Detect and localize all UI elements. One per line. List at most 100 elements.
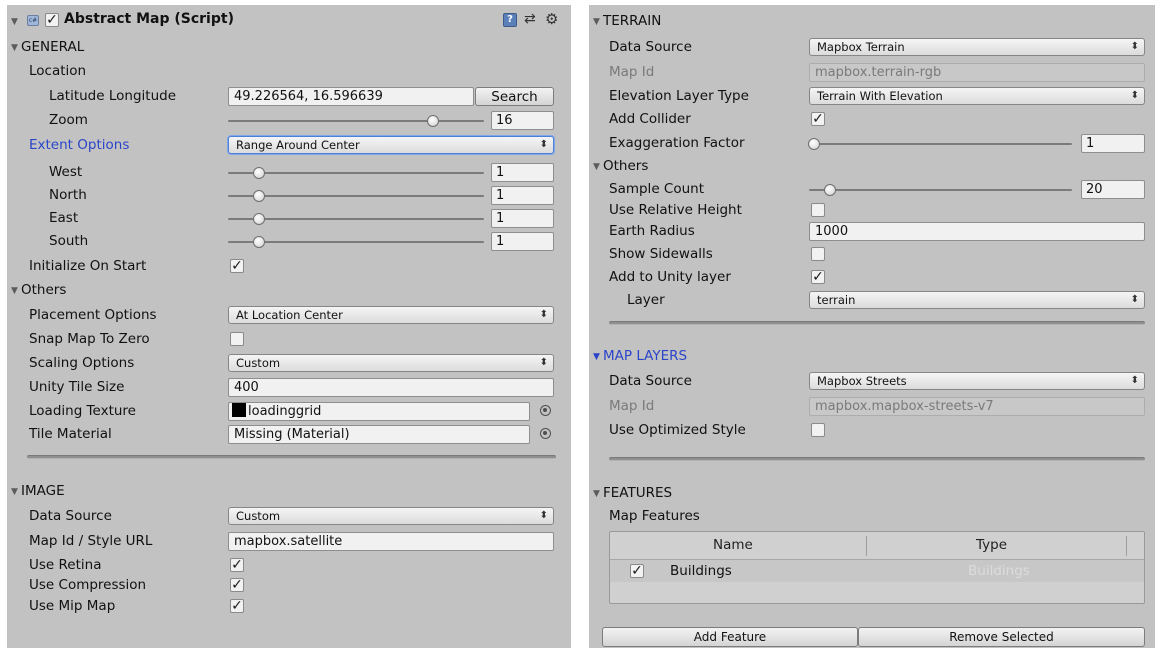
placement-dropdown[interactable]: At Location Center ⬍	[228, 306, 554, 324]
add-collider-checkbox[interactable]: ✓	[811, 112, 825, 126]
elevation-value: Terrain With Elevation	[817, 89, 943, 103]
snap-checkbox[interactable]	[230, 332, 244, 346]
script-icon: c#	[27, 15, 39, 26]
add-feature-button[interactable]: Add Feature	[602, 627, 858, 647]
map-layers-section-header[interactable]: ▼ MAP LAYERS	[589, 345, 1155, 367]
terrain-data-source-dropdown[interactable]: Mapbox Terrain ⬍	[809, 38, 1145, 56]
general-foldout[interactable]: ▼ GENERAL	[11, 38, 84, 57]
features-foldout[interactable]: ▼ FEATURES	[593, 484, 672, 503]
tile-material-field[interactable]: Missing (Material)	[228, 425, 530, 444]
extent-options-dropdown[interactable]: Range Around Center ⬍	[228, 136, 554, 154]
optimized-style-checkbox[interactable]	[811, 423, 825, 437]
latlon-row: Latitude Longitude 49.226564, 16.596639 …	[7, 85, 571, 107]
general-section-header[interactable]: ▼ GENERAL	[7, 36, 571, 58]
use-mipmap-row: Use Mip Map ✓	[7, 595, 571, 617]
south-value-field[interactable]: 1	[491, 232, 554, 251]
unity-layer-checkbox[interactable]: ✓	[811, 270, 825, 284]
loading-texture-field[interactable]: loadinggrid	[228, 402, 530, 421]
latlon-label: Latitude Longitude	[49, 88, 176, 104]
terrain-others-label: Others	[603, 158, 649, 174]
west-value-field[interactable]: 1	[491, 163, 554, 182]
earth-radius-row: Earth Radius 1000	[589, 220, 1155, 242]
section-separator	[27, 455, 556, 459]
init-on-start-checkbox[interactable]: ✓	[230, 259, 244, 273]
init-on-start-label: Initialize On Start	[29, 258, 147, 274]
show-sidewalls-checkbox[interactable]	[811, 247, 825, 261]
use-compression-checkbox[interactable]: ✓	[230, 578, 244, 592]
image-data-source-dropdown[interactable]: Custom ⬍	[228, 507, 554, 525]
foldout-triangle-icon: ▼	[593, 352, 600, 362]
foldout-triangle-icon: ▼	[593, 489, 600, 499]
component-enabled-checkbox[interactable]: ✓	[45, 13, 59, 27]
relative-height-checkbox[interactable]	[811, 203, 825, 217]
south-slider-knob[interactable]	[252, 236, 265, 248]
features-section-header[interactable]: ▼ FEATURES	[589, 482, 1155, 504]
exaggeration-slider-track[interactable]	[809, 143, 1072, 145]
unity-layer-row: Add to Unity layer ✓	[589, 266, 1155, 288]
sample-count-value-field[interactable]: 20	[1081, 180, 1145, 199]
west-slider-track[interactable]	[228, 172, 484, 174]
west-slider-knob[interactable]	[252, 167, 265, 179]
terrain-section-header[interactable]: ▼ TERRAIN	[589, 10, 1155, 32]
help-icon[interactable]: ?	[503, 13, 517, 27]
others-section-header[interactable]: ▼ Others	[7, 279, 571, 301]
dropdown-arrow-icon: ⬍	[1130, 375, 1139, 386]
terrain-others-section-header[interactable]: ▼ Others	[589, 155, 1155, 177]
layers-data-source-dropdown[interactable]: Mapbox Streets ⬍	[809, 372, 1145, 390]
elevation-row: Elevation Layer Type Terrain With Elevat…	[589, 85, 1155, 107]
earth-radius-input[interactable]: 1000	[809, 222, 1145, 241]
north-label: North	[49, 187, 87, 203]
remove-selected-button[interactable]: Remove Selected	[858, 627, 1145, 647]
dropdown-arrow-icon: ⬍	[1130, 294, 1139, 305]
elevation-dropdown[interactable]: Terrain With Elevation ⬍	[809, 87, 1145, 105]
north-value-field[interactable]: 1	[491, 186, 554, 205]
east-value-field[interactable]: 1	[491, 209, 554, 228]
exaggeration-value-field[interactable]: 1	[1081, 134, 1145, 153]
object-picker-icon[interactable]	[540, 405, 551, 416]
search-button[interactable]: Search	[475, 87, 554, 106]
south-label: South	[49, 233, 89, 249]
image-section-header[interactable]: ▼ IMAGE	[7, 480, 571, 502]
terrain-others-foldout[interactable]: ▼ Others	[593, 157, 648, 176]
tile-size-row: Unity Tile Size 400	[7, 376, 571, 398]
use-retina-checkbox[interactable]: ✓	[230, 558, 244, 572]
exaggeration-slider-knob[interactable]	[808, 138, 821, 150]
snap-row: Snap Map To Zero	[7, 328, 571, 350]
component-foldout-icon[interactable]: ▼	[11, 12, 21, 31]
image-foldout[interactable]: ▼ IMAGE	[11, 482, 65, 501]
tile-size-input[interactable]: 400	[228, 378, 554, 397]
foldout-triangle-icon: ▼	[593, 17, 600, 27]
section-separator	[609, 321, 1145, 325]
east-slider-knob[interactable]	[252, 213, 265, 225]
map-layers-foldout[interactable]: ▼ MAP LAYERS	[593, 347, 687, 366]
sample-count-slider-track[interactable]	[809, 189, 1072, 191]
zoom-value-field[interactable]: 16	[491, 111, 554, 130]
layer-label: Layer	[627, 292, 665, 308]
add-collider-row: Add Collider ✓	[589, 108, 1155, 130]
type-column-header[interactable]: Type	[976, 537, 1007, 553]
others-foldout[interactable]: ▼ Others	[11, 281, 66, 300]
scaling-dropdown[interactable]: Custom ⬍	[228, 354, 554, 372]
zoom-slider-knob[interactable]	[426, 115, 439, 127]
feature-enabled-checkbox[interactable]: ✓	[630, 564, 644, 578]
north-slider-knob[interactable]	[252, 190, 265, 202]
north-row: North 1	[7, 184, 571, 206]
preset-icon[interactable]: ⇄	[524, 11, 536, 27]
sample-count-slider-knob[interactable]	[824, 184, 837, 196]
gear-icon[interactable]: ⚙	[545, 10, 558, 28]
name-column-header[interactable]: Name	[713, 537, 753, 553]
image-map-id-input[interactable]: mapbox.satellite	[228, 532, 554, 551]
feature-name: Buildings	[670, 563, 732, 579]
south-slider-track[interactable]	[228, 241, 484, 243]
object-picker-icon[interactable]	[540, 428, 551, 439]
terrain-foldout[interactable]: ▼ TERRAIN	[593, 12, 661, 31]
table-row[interactable]: ✓ Buildings Buildings	[610, 560, 1144, 582]
use-mipmap-label: Use Mip Map	[29, 598, 116, 614]
use-mipmap-checkbox[interactable]: ✓	[230, 599, 244, 613]
north-slider-track[interactable]	[228, 195, 484, 197]
east-slider-track[interactable]	[228, 218, 484, 220]
layer-dropdown[interactable]: terrain ⬍	[809, 291, 1145, 309]
zoom-slider-track[interactable]	[228, 120, 484, 122]
layers-map-id-label: Map Id	[609, 398, 655, 414]
latlon-input[interactable]: 49.226564, 16.596639	[228, 87, 474, 106]
